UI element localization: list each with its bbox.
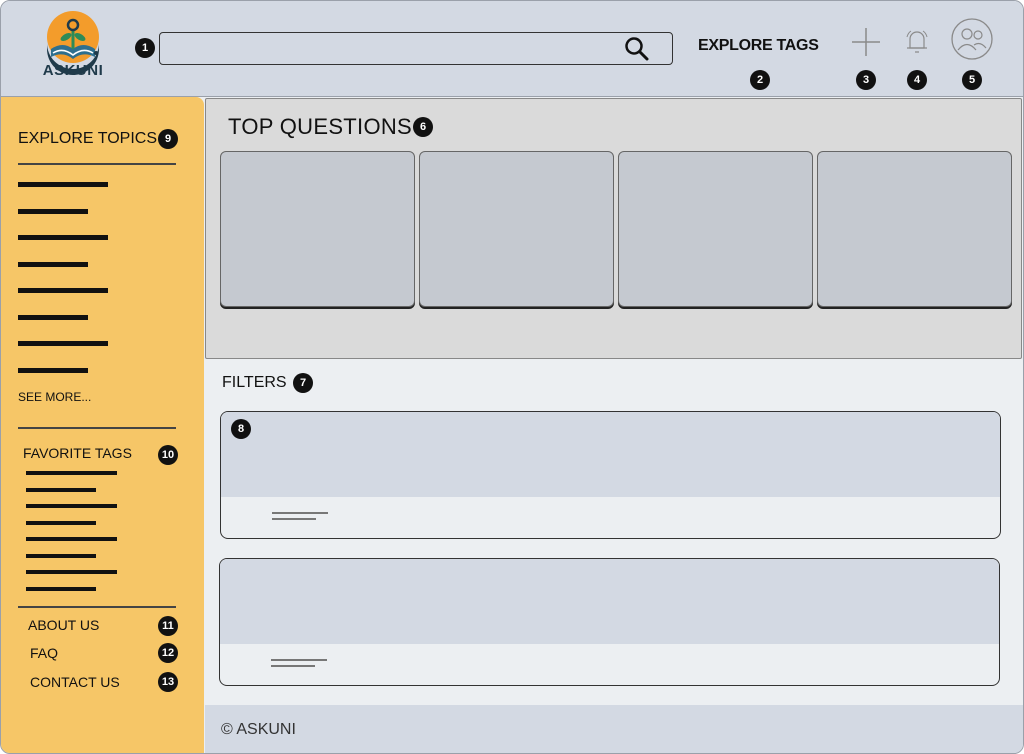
- filters-label[interactable]: FILTERS: [222, 374, 287, 392]
- sidebar: EXPLORE TOPICS 9 SEE MORE... FAVORITE TA…: [1, 97, 204, 753]
- topic-item[interactable]: [18, 315, 88, 320]
- top-question-card[interactable]: [618, 151, 813, 307]
- favorite-tag-item[interactable]: [26, 587, 96, 591]
- explore-tags-link[interactable]: EXPLORE TAGS: [698, 37, 819, 55]
- bell-icon[interactable]: [904, 28, 930, 56]
- user-profile-icon[interactable]: [950, 17, 994, 61]
- top-questions-panel: TOP QUESTIONS 6: [205, 98, 1022, 359]
- search-bar[interactable]: [159, 32, 673, 65]
- favorite-tags-title: FAVORITE TAGS: [23, 445, 132, 461]
- topic-item[interactable]: [18, 341, 108, 346]
- topic-item[interactable]: [18, 262, 88, 267]
- explore-topics-title: EXPLORE TOPICS: [18, 130, 158, 147]
- favorite-tag-item[interactable]: [26, 537, 117, 541]
- annotation-badge-10: 10: [158, 445, 178, 465]
- text-placeholder-line: [272, 512, 328, 514]
- copyright-text: © ASKUNI: [221, 721, 296, 738]
- question-post-header: [220, 559, 999, 644]
- annotation-badge-6: 6: [413, 117, 433, 137]
- search-input[interactable]: [168, 37, 608, 61]
- annotation-badge-11: 11: [158, 616, 178, 636]
- top-question-card[interactable]: [817, 151, 1012, 307]
- top-question-card[interactable]: [220, 151, 415, 307]
- annotation-badge-9: 9: [158, 129, 178, 149]
- annotation-badge-4: 4: [907, 70, 927, 90]
- annotation-badge-13: 13: [158, 672, 178, 692]
- about-us-link[interactable]: ABOUT US: [28, 617, 99, 633]
- question-post-header: [221, 412, 1000, 497]
- top-question-card[interactable]: [419, 151, 614, 307]
- annotation-badge-3: 3: [856, 70, 876, 90]
- divider: [18, 606, 176, 608]
- favorite-tag-item[interactable]: [26, 521, 96, 525]
- topic-item[interactable]: [18, 209, 88, 214]
- topic-item[interactable]: [18, 368, 88, 373]
- annotation-badge-5: 5: [962, 70, 982, 90]
- footer: © ASKUNI: [205, 705, 1023, 753]
- favorite-tag-item[interactable]: [26, 488, 96, 492]
- divider: [18, 427, 176, 429]
- text-placeholder-line: [272, 518, 316, 520]
- app-frame: ASKUNI 1 EXPLORE TAGS 2 3 4 5 EXPLORE TO…: [0, 0, 1024, 754]
- top-questions-title: TOP QUESTIONS: [228, 114, 413, 139]
- divider: [18, 163, 176, 165]
- text-placeholder-line: [271, 665, 315, 667]
- annotation-badge-7: 7: [293, 373, 313, 393]
- topic-item[interactable]: [18, 288, 108, 293]
- favorite-tag-item[interactable]: [26, 554, 96, 558]
- favorite-tag-item[interactable]: [26, 504, 117, 508]
- annotation-badge-1: 1: [135, 38, 155, 58]
- topic-item[interactable]: [18, 182, 108, 187]
- header: ASKUNI 1 EXPLORE TAGS 2 3 4 5: [1, 1, 1023, 97]
- faq-link[interactable]: FAQ: [30, 645, 58, 661]
- favorite-tag-item[interactable]: [26, 471, 117, 475]
- topic-item[interactable]: [18, 235, 108, 240]
- brand-name: ASKUNI: [42, 62, 104, 79]
- see-more-link[interactable]: SEE MORE...: [18, 390, 91, 404]
- contact-us-link[interactable]: CONTACT US: [30, 674, 120, 690]
- annotation-badge-12: 12: [158, 643, 178, 663]
- question-post[interactable]: [219, 558, 1000, 686]
- plus-icon[interactable]: [850, 26, 882, 58]
- annotation-badge-8: 8: [231, 419, 251, 439]
- favorite-tag-item[interactable]: [26, 570, 117, 574]
- annotation-badge-2: 2: [750, 70, 770, 90]
- search-icon[interactable]: [624, 36, 650, 62]
- question-post[interactable]: 8: [220, 411, 1001, 539]
- text-placeholder-line: [271, 659, 327, 661]
